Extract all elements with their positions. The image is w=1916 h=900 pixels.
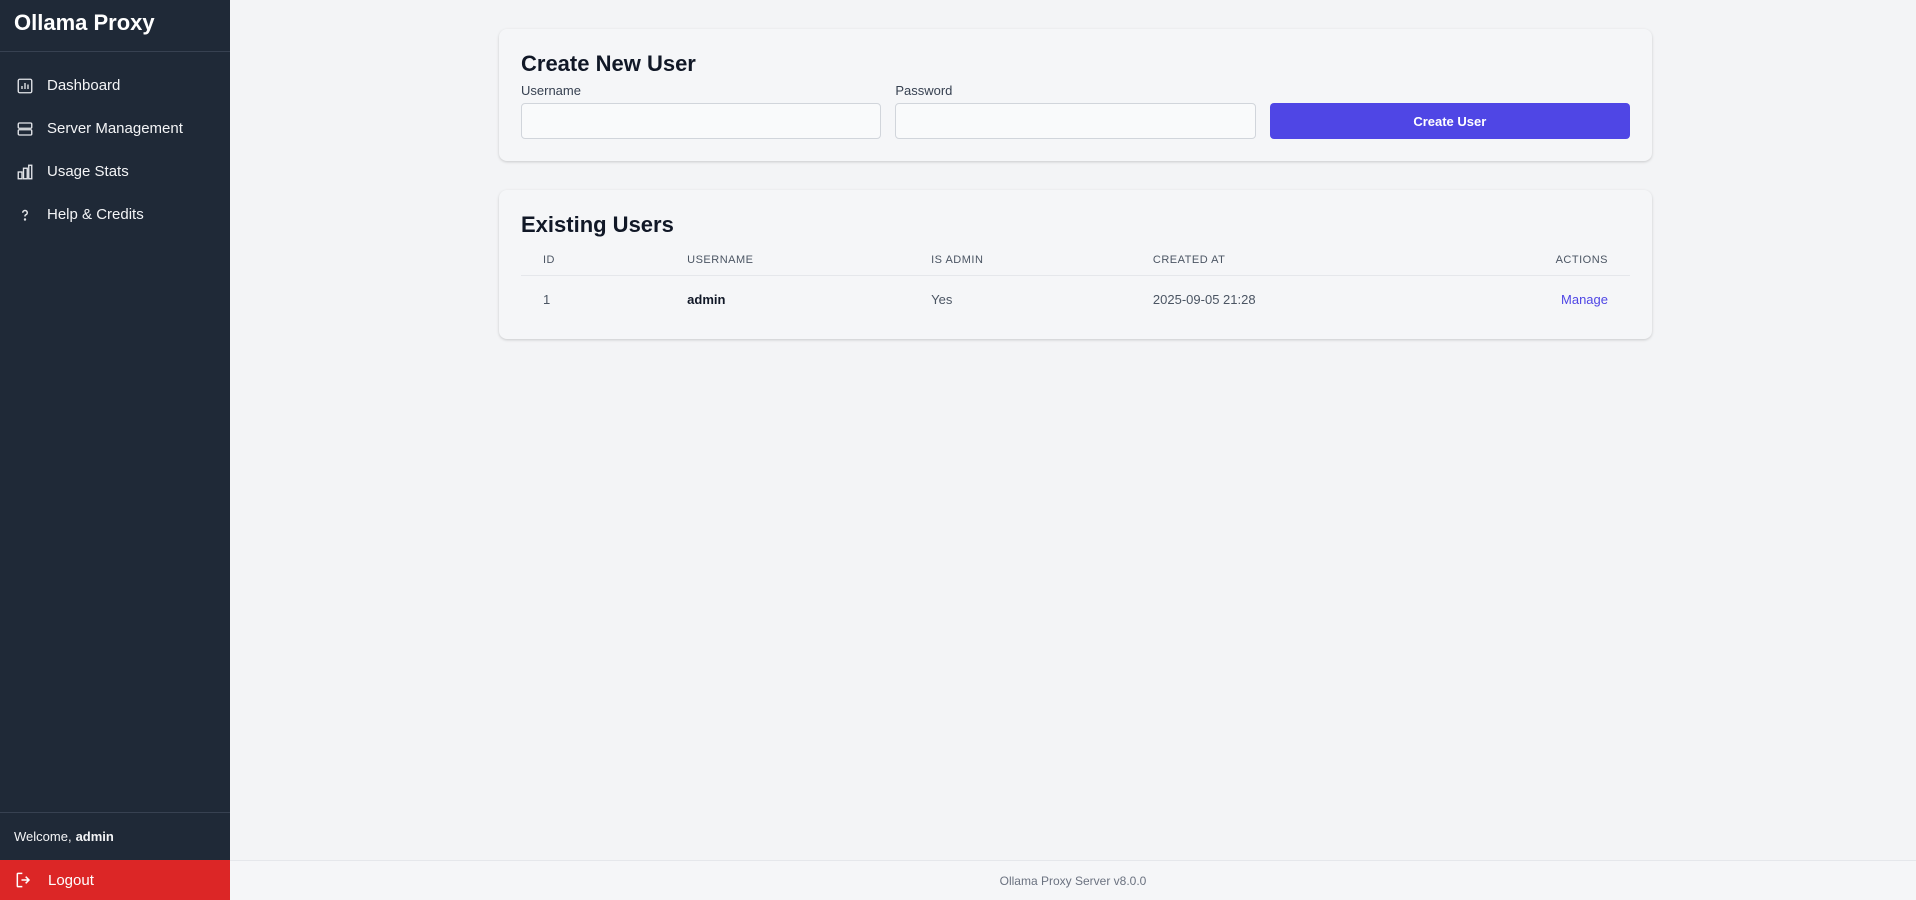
app-root: Ollama Proxy Dashboard Server Management…	[0, 0, 1916, 900]
table-row: 1 admin Yes 2025-09-05 21:28 Manage	[521, 276, 1630, 318]
existing-users-title: Existing Users	[521, 212, 674, 237]
sidebar-item-server-management[interactable]: Server Management	[0, 107, 230, 150]
logout-icon	[14, 870, 34, 890]
welcome-prefix: Welcome,	[14, 829, 72, 844]
cell-username: admin	[687, 292, 726, 307]
username-group: Username	[521, 83, 882, 139]
logout-label: Logout	[48, 871, 94, 889]
password-field[interactable]	[895, 103, 1256, 139]
cell-is-admin: Yes	[931, 292, 953, 307]
sidebar-nav: Dashboard Server Management Usage Stats …	[0, 52, 230, 812]
create-user-form: Username Password Create User	[521, 83, 1630, 139]
cell-id: 1	[543, 292, 551, 307]
cell-actions: Manage	[1408, 276, 1630, 318]
existing-users-card: Existing Users ID USERNAME IS ADMIN CREA…	[499, 190, 1652, 339]
sidebar-item-dashboard[interactable]: Dashboard	[0, 64, 230, 107]
table-header-row: ID USERNAME IS ADMIN CREATED AT ACTIONS	[521, 254, 1630, 276]
username-field[interactable]	[521, 103, 882, 139]
column-header-id: ID	[521, 254, 666, 276]
bar-chart-icon	[16, 163, 34, 181]
welcome-username: admin	[75, 829, 114, 844]
footer-version-text: Ollama Proxy Server v8.0.0	[999, 873, 1147, 888]
dashboard-icon	[16, 77, 34, 95]
welcome-text: Welcome, admin	[0, 812, 230, 860]
content-container: Create New User Username Password Create…	[499, 29, 1652, 339]
password-label: Password	[895, 83, 953, 98]
sidebar-item-label: Dashboard	[47, 77, 121, 94]
main-area: Create New User Username Password Create…	[230, 0, 1916, 900]
sidebar-item-help-credits[interactable]: Help & Credits	[0, 193, 230, 236]
cell-created-at: 2025-09-05 21:28	[1152, 292, 1256, 307]
help-icon	[16, 206, 34, 224]
footer: Ollama Proxy Server v8.0.0	[230, 860, 1916, 900]
sidebar-item-label: Help & Credits	[47, 206, 144, 223]
server-icon	[16, 120, 34, 138]
app-title: Ollama Proxy	[0, 0, 230, 52]
password-group: Password	[895, 83, 1256, 139]
sidebar-item-label: Server Management	[47, 120, 183, 137]
create-user-card: Create New User Username Password Create…	[499, 29, 1652, 161]
column-header-username: USERNAME	[665, 254, 910, 276]
sidebar: Ollama Proxy Dashboard Server Management…	[0, 0, 230, 900]
manage-user-link[interactable]: Manage	[1561, 292, 1608, 307]
main-content: Create New User Username Password Create…	[230, 0, 1916, 860]
logout-button[interactable]: Logout	[0, 860, 230, 900]
create-user-button[interactable]: Create User	[1269, 103, 1630, 139]
column-header-actions: ACTIONS	[1408, 254, 1630, 276]
sidebar-item-usage-stats[interactable]: Usage Stats	[0, 150, 230, 193]
column-header-created-at: CREATED AT	[1130, 254, 1409, 276]
users-table: ID USERNAME IS ADMIN CREATED AT ACTIONS …	[521, 254, 1630, 317]
column-header-is-admin: IS ADMIN	[909, 254, 1131, 276]
username-label: Username	[521, 83, 581, 98]
create-user-title: Create New User	[521, 51, 696, 76]
sidebar-item-label: Usage Stats	[47, 163, 129, 180]
